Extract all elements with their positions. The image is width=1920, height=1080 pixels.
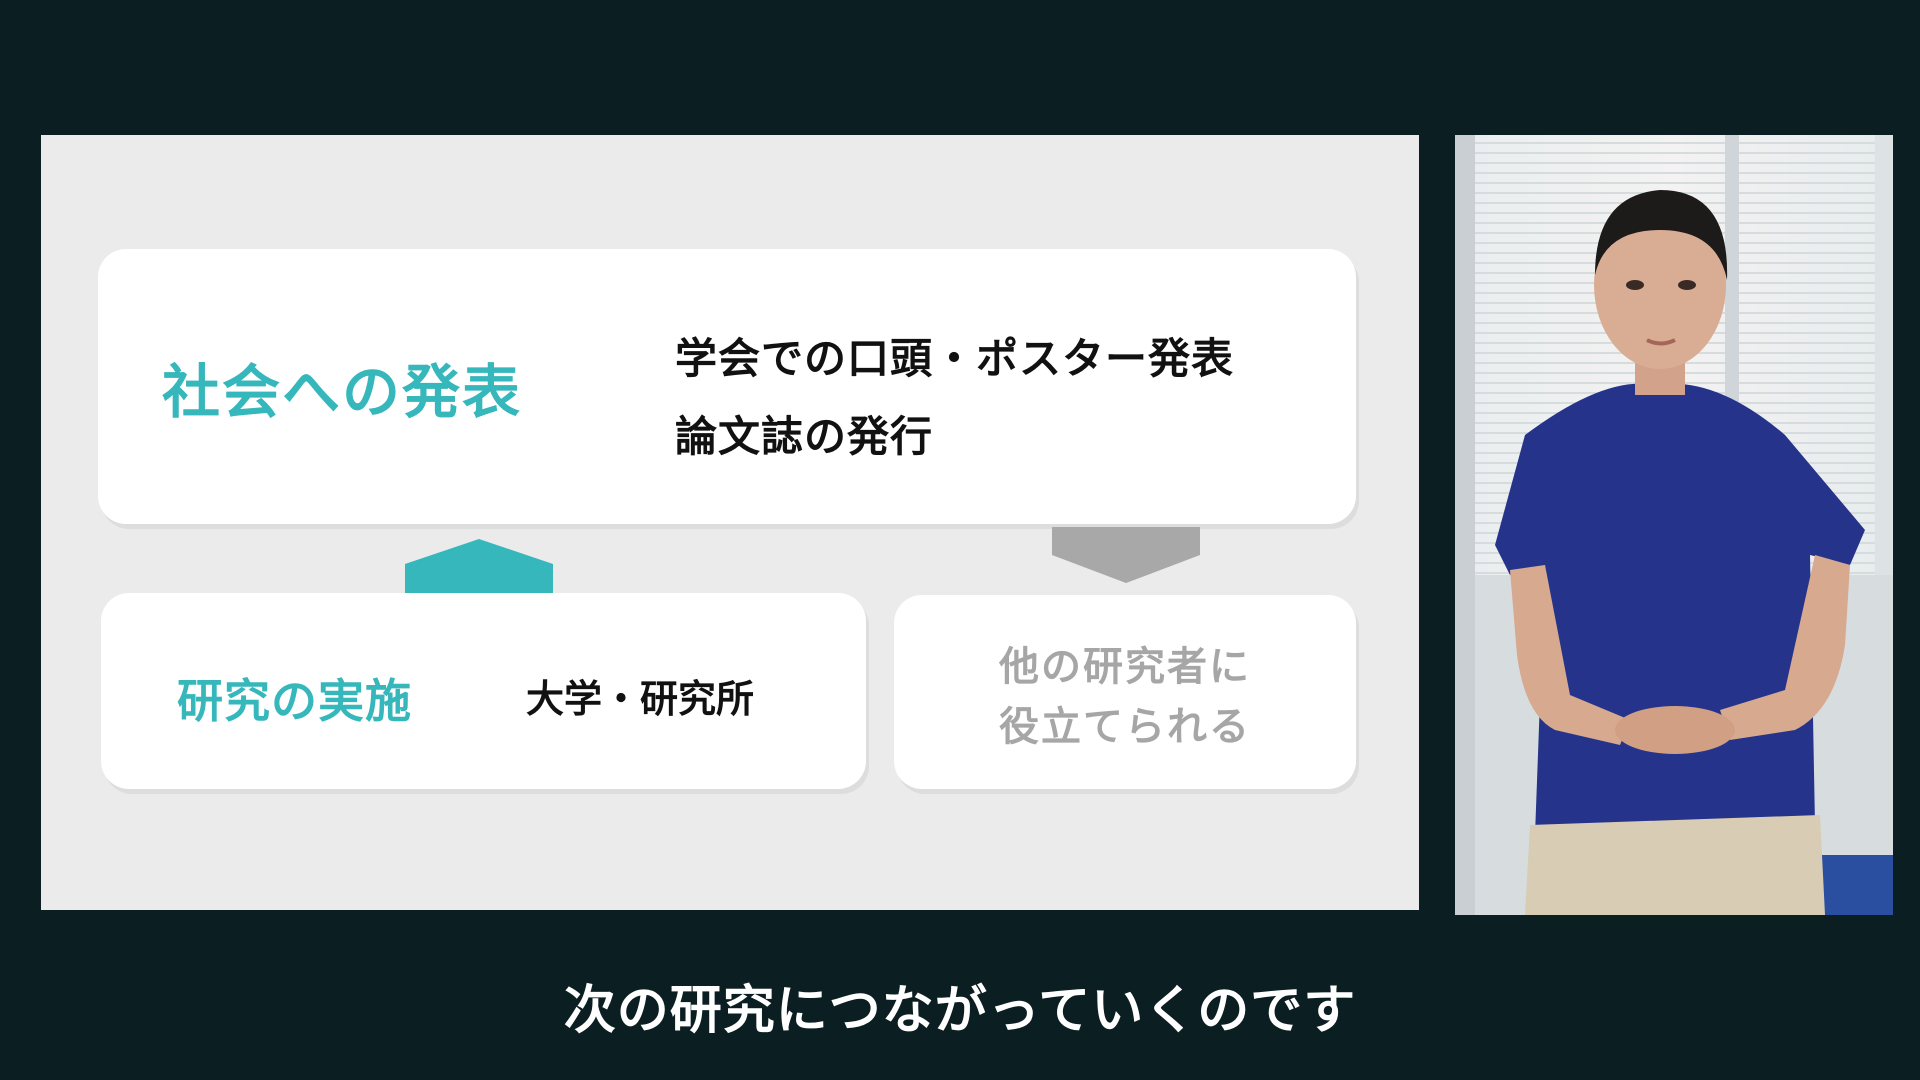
bottom-left-heading: 研究の実施 — [177, 674, 412, 728]
arrow-down-icon — [1052, 527, 1200, 583]
bottom-right-line: 他の研究者に — [999, 644, 1251, 690]
top-card-line: 論文誌の発行 — [675, 412, 934, 461]
top-card-heading: 社会への発表 — [162, 358, 523, 426]
video-frame: 社会への発表 学会での口頭・ポスター発表 論文誌の発行 研究の実施 大学・研究所… — [0, 0, 1920, 1080]
bottom-left-detail: 大学・研究所 — [526, 677, 755, 721]
slide-panel: 社会への発表 学会での口頭・ポスター発表 論文誌の発行 研究の実施 大学・研究所… — [41, 135, 1419, 910]
bottom-right-text: 他の研究者に 役立てられる — [894, 637, 1356, 757]
subtitle-caption: 次の研究につながっていくのです — [563, 981, 1357, 1041]
speaker-image — [1455, 135, 1893, 915]
arrow-up-icon — [405, 539, 553, 593]
top-card-line: 学会での口頭・ポスター発表 — [675, 334, 1235, 383]
speaker-video — [1455, 135, 1893, 915]
bottom-right-line: 役立てられる — [999, 704, 1251, 750]
